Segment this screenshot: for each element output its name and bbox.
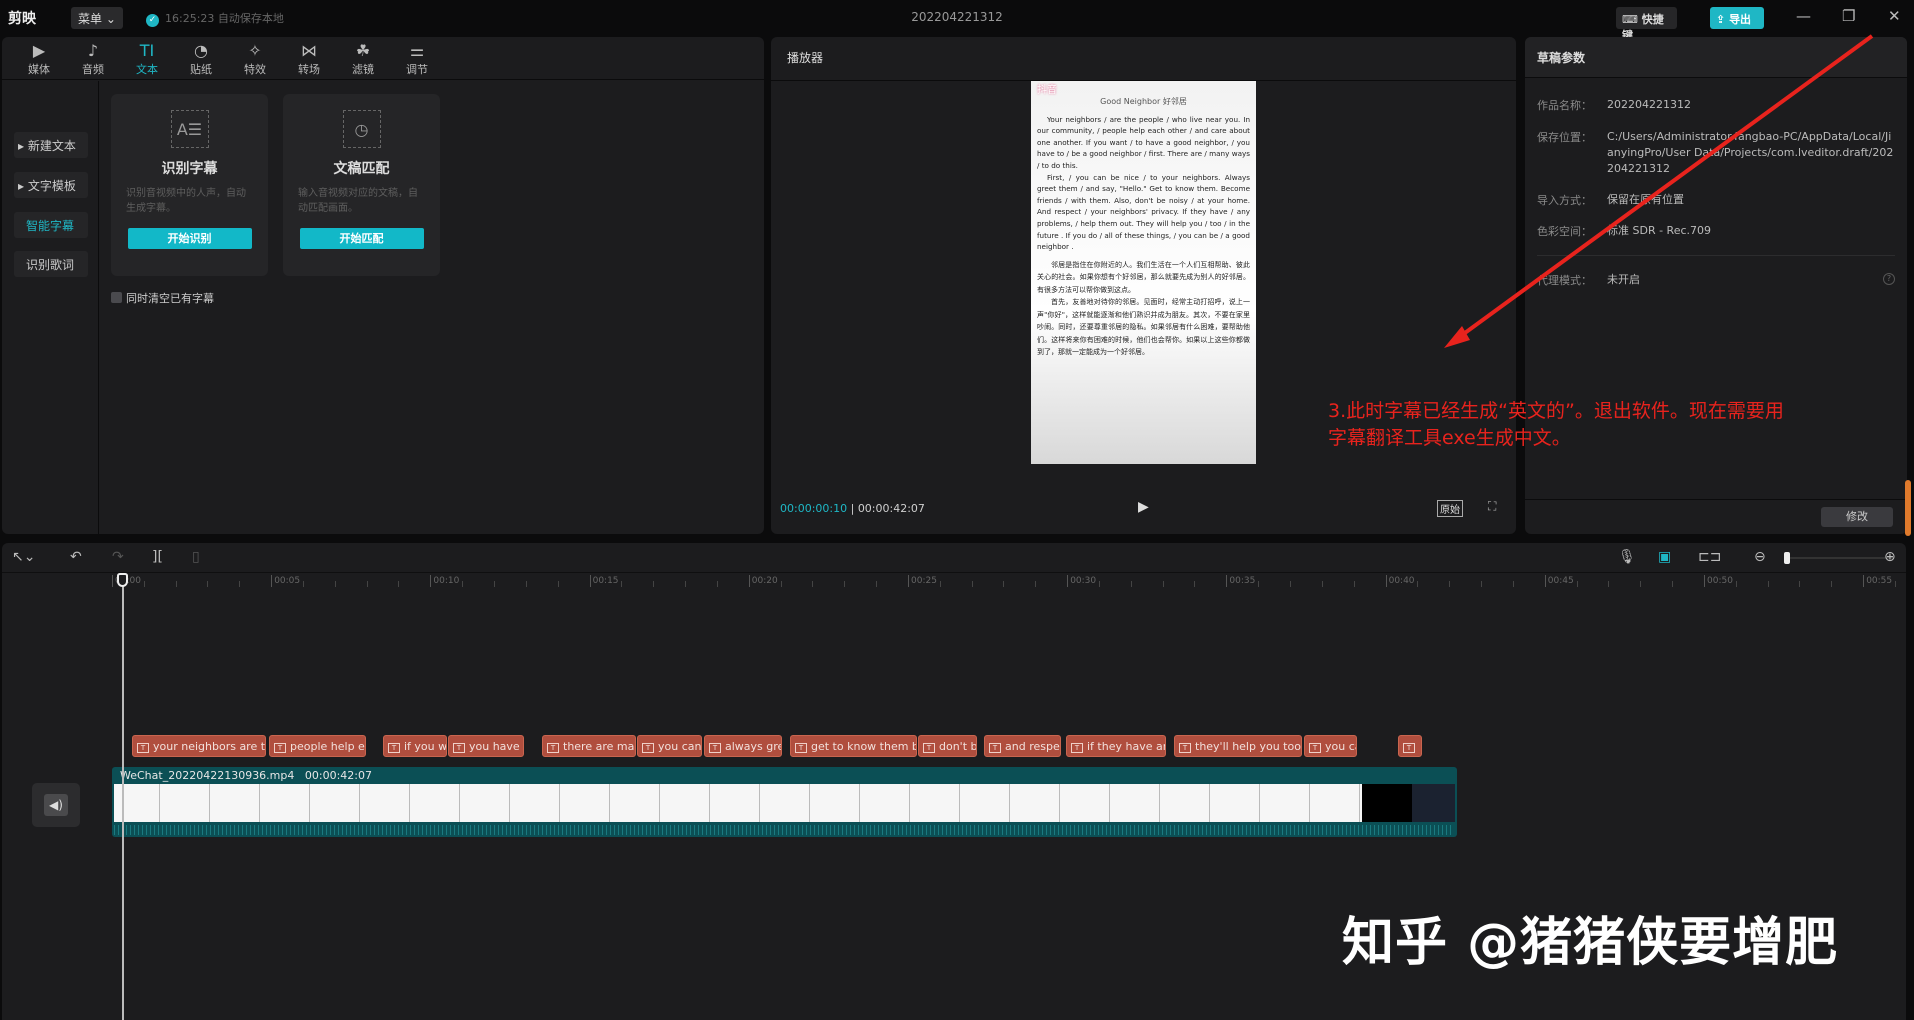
annotation-arrow <box>1444 34 1874 348</box>
annotation-line: 字幕翻译工具exe生成中文。 <box>1328 427 1571 449</box>
annotation-line: 3.此时字幕已经生成“英文的”。退出软件。现在需要用 <box>1328 400 1784 422</box>
watermark: 知乎 @猪猪侠要增肥 <box>1342 913 1839 973</box>
annotation-text: 3.此时字幕已经生成“英文的”。退出软件。现在需要用 字幕翻译工具exe生成中文。 <box>1328 398 1784 452</box>
